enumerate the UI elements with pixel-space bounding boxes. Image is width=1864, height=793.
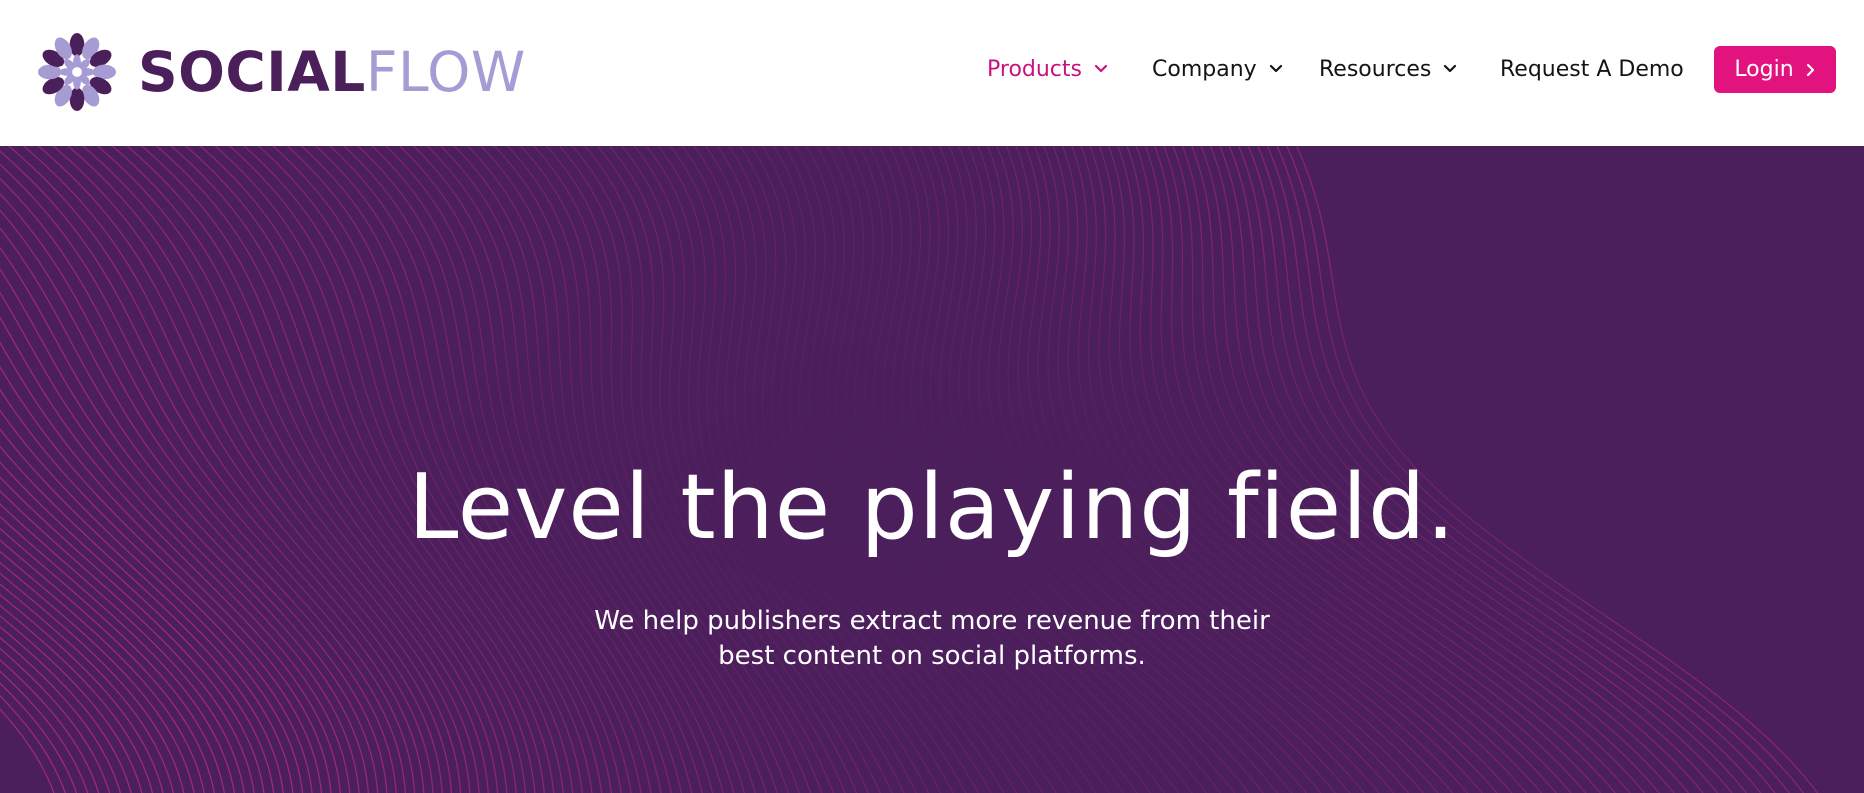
chevron-down-icon	[1269, 64, 1282, 73]
hero-section: Level the playing field. We help publish…	[0, 146, 1864, 793]
hero-subtitle: We help publishers extract more revenue …	[532, 604, 1332, 674]
login-button[interactable]: Login	[1714, 46, 1836, 93]
chevron-down-icon	[1444, 64, 1457, 73]
hero-title: Level the playing field.	[408, 455, 1456, 560]
hero-subtitle-line-1: We help publishers extract more revenue …	[594, 606, 1270, 636]
chevron-down-icon	[1094, 64, 1108, 73]
brand-name-flow: FLOW	[365, 39, 526, 104]
login-label: Login	[1734, 57, 1794, 82]
nav-item-request-demo[interactable]: Request A Demo	[1500, 46, 1684, 92]
brand-wordmark: SOCIALFLOW	[138, 44, 526, 100]
nav-resources-label: Resources	[1319, 56, 1432, 82]
flower-logo-icon	[37, 32, 117, 112]
hero-subtitle-line-2: best content on social platforms.	[718, 641, 1146, 671]
nav-request-demo-label: Request A Demo	[1500, 56, 1684, 82]
nav-company-label: Company	[1152, 56, 1257, 82]
nav-products-label: Products	[987, 56, 1082, 82]
nav-item-products[interactable]: Products	[987, 46, 1108, 92]
site-header: SOCIALFLOW Products Company Resources Re…	[0, 0, 1864, 146]
nav-item-company[interactable]: Company	[1152, 46, 1283, 92]
nav-item-resources[interactable]: Resources	[1319, 46, 1457, 92]
site-logo[interactable]: SOCIALFLOW	[36, 30, 526, 114]
chevron-right-icon	[1806, 63, 1814, 76]
brand-name-social: SOCIAL	[138, 39, 366, 104]
